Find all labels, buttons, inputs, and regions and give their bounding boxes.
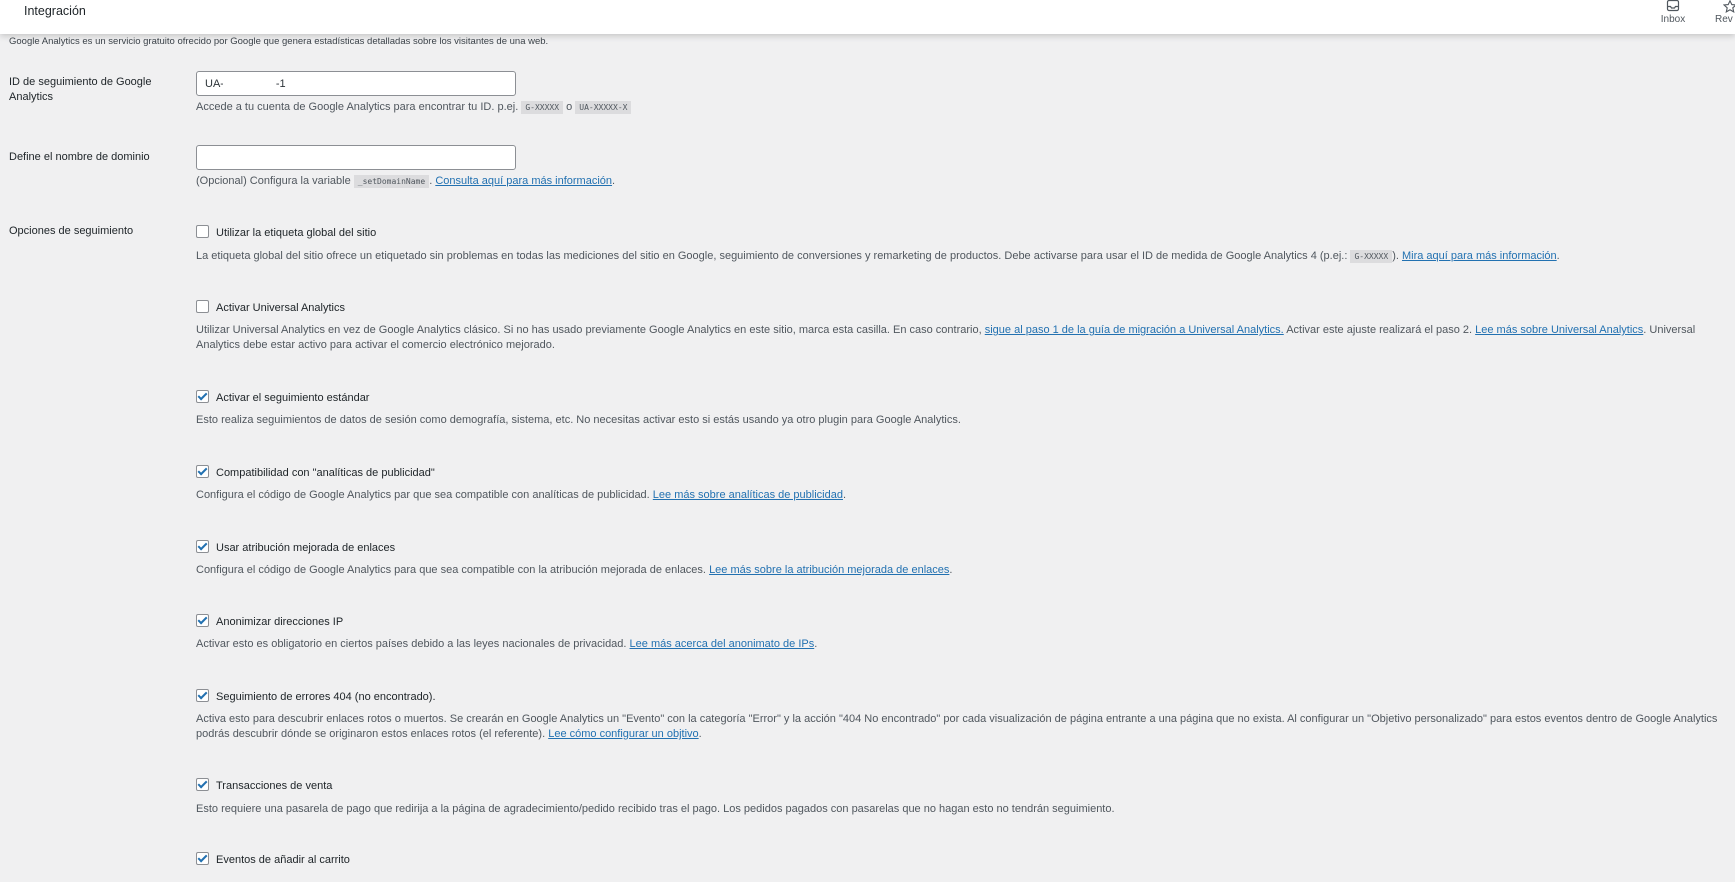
errors404-description: Activa esto para descubrir enlaces rotos… <box>196 712 1735 742</box>
domain-input[interactable] <box>196 145 516 170</box>
anonymize-help: Activar esto es obligatorio en ciertos p… <box>196 638 627 650</box>
errors404-help: Activa esto para descubrir enlaces rotos… <box>196 713 1718 740</box>
migration-guide-link[interactable]: sigue al paso 1 de la guía de migración … <box>985 324 1284 336</box>
inbox-icon <box>1656 0 1690 14</box>
universal-description: Utilizar Universal Analytics en vez de G… <box>196 323 1735 353</box>
enhanced-link-label: Usar atribución mejorada de enlaces <box>216 542 396 554</box>
anonymize-label: Anonimizar direcciones IP <box>216 616 344 628</box>
add-to-cart-checkbox-row[interactable]: Eventos de añadir al carrito <box>196 852 350 867</box>
gtag-example-code: G-XXXXX <box>1350 250 1393 263</box>
gtag-checkbox[interactable] <box>196 225 209 238</box>
errors404-checkbox-row[interactable]: Seguimiento de errores 404 (no encontrad… <box>196 689 436 704</box>
advertising-description: Configura el código de Google Analytics … <box>196 488 846 503</box>
tracking-options-label: Opciones de seguimiento <box>9 225 134 237</box>
gtag-info-link[interactable]: Mira aquí para más información <box>1402 250 1557 262</box>
standard-description: Esto realiza seguimientos de datos de se… <box>196 414 961 426</box>
gtag-checkbox-row[interactable]: Utilizar la etiqueta global del sitio <box>196 225 376 240</box>
tracking-id-label: ID de seguimiento de Google Analytics <box>9 76 152 103</box>
domain-description: (Opcional) Configura la variable _setDom… <box>196 174 615 189</box>
anonymize-description: Activar esto es obligatorio en ciertos p… <box>196 637 817 652</box>
enhanced-link-description: Configura el código de Google Analytics … <box>196 563 952 578</box>
example-ga4-code: G-XXXXX <box>521 101 564 114</box>
advertising-label: Compatibilidad con "analíticas de public… <box>216 467 435 479</box>
universal-info-link[interactable]: Lee más sobre Universal Analytics <box>1475 324 1643 336</box>
punct: . <box>698 728 702 740</box>
punct: . <box>842 489 847 501</box>
advertising-checkbox-row[interactable]: Compatibilidad con "analíticas de public… <box>196 465 435 480</box>
domain-label: Define el nombre de dominio <box>9 151 150 163</box>
review-label: Rev <box>1715 14 1733 25</box>
universal-help: Utilizar Universal Analytics en vez de G… <box>196 324 982 336</box>
goal-config-link[interactable]: Lee cómo configurar un objtivo <box>548 728 698 740</box>
punct: ). <box>1392 250 1399 262</box>
standard-checkbox-row[interactable]: Activar el seguimiento estándar <box>196 390 369 405</box>
punct: . <box>1556 250 1560 262</box>
page-title: Integración <box>24 4 86 18</box>
punct: . <box>612 175 616 187</box>
punct: . <box>949 564 953 576</box>
gtag-help: La etiqueta global del sitio ofrece un e… <box>196 250 1348 262</box>
gtag-description: La etiqueta global del sitio ofrece un e… <box>196 249 1560 264</box>
errors404-checkbox[interactable] <box>196 689 209 702</box>
domain-help: (Opcional) Configura la variable <box>196 175 351 187</box>
universal-help-mid: Activar este ajuste realizará el paso 2. <box>1286 324 1473 336</box>
redaction-mask <box>223 73 269 94</box>
advertising-checkbox[interactable] <box>196 465 209 478</box>
section-description: Google Analytics es un servicio gratuito… <box>9 36 549 47</box>
enhanced-link-checkbox[interactable] <box>196 540 209 553</box>
errors404-label: Seguimiento de errores 404 (no encontrad… <box>216 691 436 703</box>
transactions-checkbox-row[interactable]: Transacciones de venta <box>196 778 332 793</box>
enhanced-link-help: Configura el código de Google Analytics … <box>196 564 706 576</box>
add-to-cart-label: Eventos de añadir al carrito <box>216 854 350 866</box>
domain-info-link[interactable]: Consulta aquí para más información <box>435 175 612 187</box>
top-bar: Integración Inbox Rev <box>0 0 1735 34</box>
transactions-label: Transacciones de venta <box>216 780 333 792</box>
set-domain-name-code: _setDomainName <box>353 175 430 188</box>
tracking-id-field-wrap <box>196 71 516 96</box>
or-text: o <box>566 101 573 113</box>
advertising-info-link[interactable]: Lee más sobre analíticas de publicidad <box>653 489 843 501</box>
domain-field-wrap <box>196 145 516 170</box>
punct: . <box>429 175 433 187</box>
inbox-button[interactable]: Inbox <box>1656 0 1690 25</box>
enhanced-link-checkbox-row[interactable]: Usar atribución mejorada de enlaces <box>196 540 395 555</box>
transactions-checkbox[interactable] <box>196 778 209 791</box>
tracking-id-description: Accede a tu cuenta de Google Analytics p… <box>196 100 632 115</box>
universal-checkbox-row[interactable]: Activar Universal Analytics <box>196 300 345 315</box>
gtag-label: Utilizar la etiqueta global del sitio <box>216 227 377 239</box>
anonymize-checkbox-row[interactable]: Anonimizar direcciones IP <box>196 614 343 629</box>
standard-checkbox[interactable] <box>196 390 209 403</box>
punct: . <box>814 638 818 650</box>
advertising-help: Configura el código de Google Analytics … <box>196 489 650 501</box>
inbox-label: Inbox <box>1660 14 1686 25</box>
universal-checkbox[interactable] <box>196 300 209 313</box>
example-ua-code: UA-XXXXX-X <box>575 101 632 114</box>
review-button[interactable]: Rev <box>1715 0 1735 25</box>
add-to-cart-checkbox[interactable] <box>196 852 209 865</box>
star-icon <box>1722 0 1735 14</box>
anonymize-checkbox[interactable] <box>196 614 209 627</box>
standard-label: Activar el seguimiento estándar <box>216 392 370 404</box>
enhanced-link-info-link[interactable]: Lee más sobre la atribución mejorada de … <box>709 564 949 576</box>
transactions-description: Esto requiere una pasarela de pago que r… <box>196 803 1115 815</box>
tracking-id-help: Accede a tu cuenta de Google Analytics p… <box>196 101 519 113</box>
universal-label: Activar Universal Analytics <box>216 302 345 314</box>
anonymize-info-link[interactable]: Lee más acerca del anonimato de IPs <box>630 638 815 650</box>
